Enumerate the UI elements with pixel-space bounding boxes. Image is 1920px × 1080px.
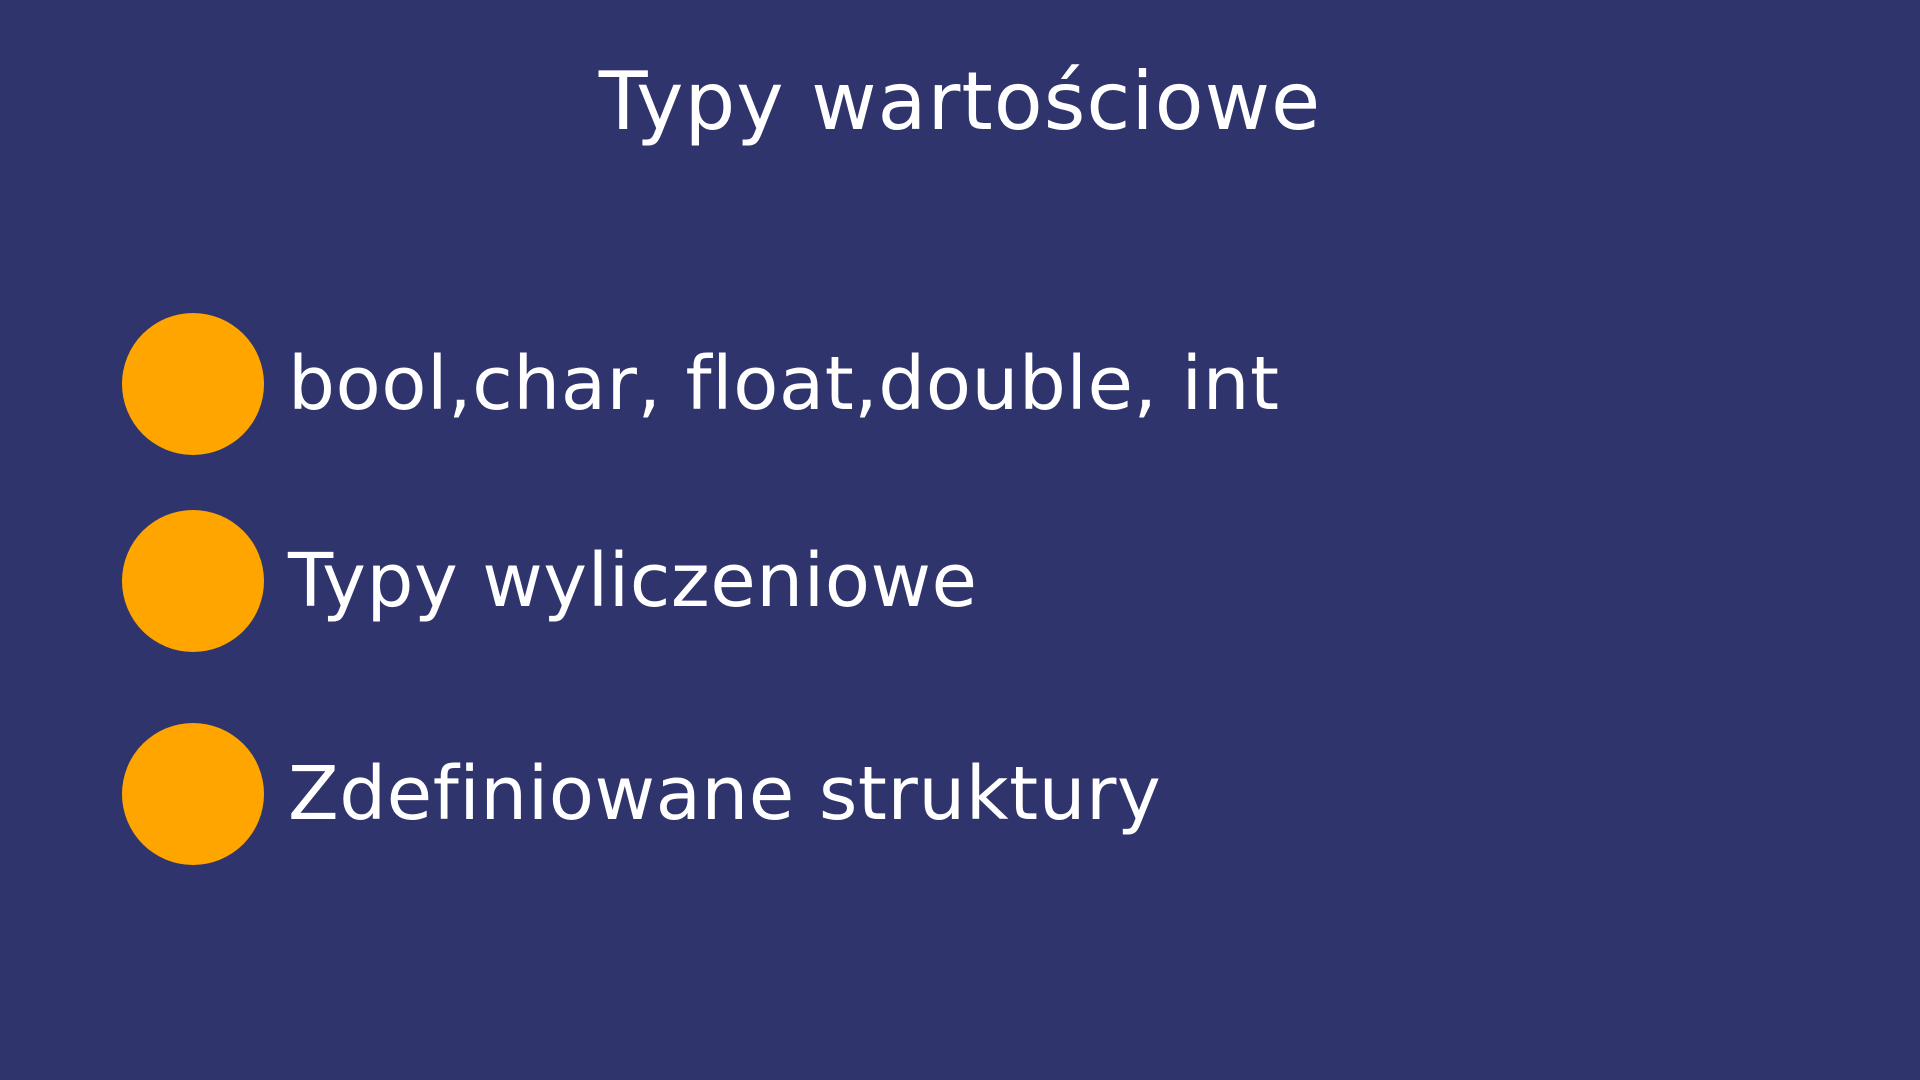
bullet-item: Typy wyliczeniowe (122, 510, 978, 652)
bullet-text: Zdefiniowane struktury (288, 751, 1162, 837)
bullet-item: Zdefiniowane struktury (122, 723, 1161, 865)
bullet-circle-icon (122, 510, 264, 652)
bullet-circle-icon (122, 313, 264, 455)
slide-title: Typy wartościowe (598, 55, 1322, 148)
bullet-text: Typy wyliczeniowe (288, 538, 978, 624)
bullet-text: bool,char, float,double, int (288, 341, 1280, 427)
slide: Typy wartościowe bool,char, float,double… (0, 0, 1920, 1080)
bullet-circle-icon (122, 723, 264, 865)
bullet-item: bool,char, float,double, int (122, 313, 1280, 455)
